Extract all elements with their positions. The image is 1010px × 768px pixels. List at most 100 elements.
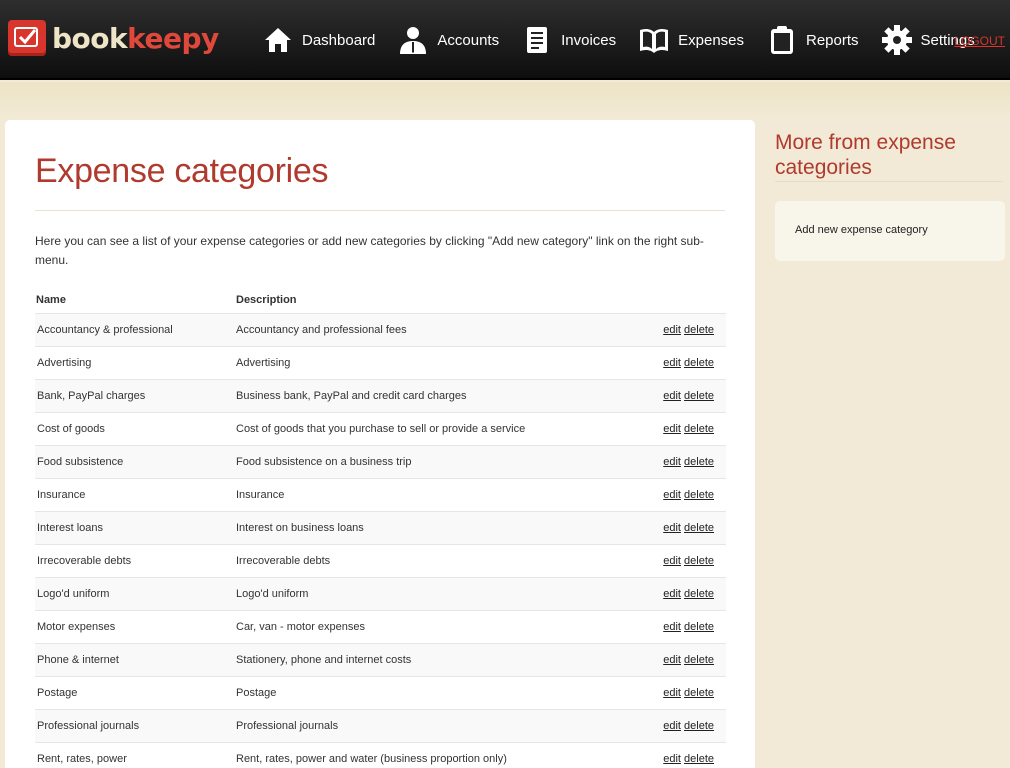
table-row: Food subsistence Food subsistence on a bu… [35, 445, 726, 478]
delete-link[interactable]: delete [684, 456, 714, 468]
edit-link[interactable]: edit [663, 687, 681, 699]
edit-link[interactable]: edit [663, 720, 681, 732]
house-icon [262, 24, 294, 56]
logout-link[interactable]: LOGOUT [954, 34, 1005, 48]
header-stripe [0, 82, 1010, 120]
nav-invoices-label: Invoices [561, 31, 617, 49]
gear-icon [881, 24, 913, 56]
delete-link[interactable]: delete [684, 588, 714, 600]
add-expense-category-link[interactable]: Add new expense category [795, 224, 928, 236]
nav-accounts[interactable]: Accounts [397, 24, 499, 56]
category-description: Advertising [236, 357, 291, 369]
row-actions: edit delete [636, 522, 726, 534]
table-body: Accountancy & professional Accountancy an… [35, 313, 726, 768]
category-name: Accountancy & professional [37, 324, 173, 336]
edit-link[interactable]: edit [663, 357, 681, 369]
row-actions: edit delete [636, 423, 726, 435]
nav-expenses-label: Expenses [678, 31, 744, 49]
edit-link[interactable]: edit [663, 654, 681, 666]
table-row: Phone & internet Stationery, phone and in… [35, 643, 726, 676]
nav-accounts-label: Accounts [437, 31, 500, 49]
edit-link[interactable]: edit [663, 324, 681, 336]
table-row: Logo'd uniform Logo'd uniform edit delete [35, 577, 726, 610]
edit-link[interactable]: edit [663, 522, 681, 534]
category-name: Logo'd uniform [37, 588, 110, 600]
delete-link[interactable]: delete [684, 390, 714, 402]
edit-link[interactable]: edit [663, 555, 681, 567]
delete-link[interactable]: delete [684, 555, 714, 567]
category-name: Insurance [37, 489, 86, 501]
delete-link[interactable]: delete [684, 753, 714, 765]
row-actions: edit delete [636, 588, 726, 600]
category-description: Interest on business loans [236, 522, 364, 534]
delete-link[interactable]: delete [684, 324, 714, 336]
edit-link[interactable]: edit [663, 588, 681, 600]
row-actions: edit delete [636, 489, 726, 501]
category-name: Food subsistence [37, 456, 124, 468]
category-name: Motor expenses [37, 621, 116, 633]
delete-link[interactable]: delete [684, 687, 714, 699]
category-name: Interest loans [37, 522, 104, 534]
table-row: Postage Postage edit delete [35, 676, 726, 709]
logo-text: bookkeepy [52, 21, 219, 55]
category-description: Food subsistence on a business trip [236, 456, 412, 468]
category-name: Postage [37, 687, 78, 699]
row-actions: edit delete [636, 357, 726, 369]
page-title: Expense categories [35, 152, 329, 190]
delete-link[interactable]: delete [684, 357, 714, 369]
clipboard-icon [766, 24, 798, 56]
header-description: Description [236, 293, 297, 306]
delete-link[interactable]: delete [684, 621, 714, 633]
main-content: Expense categories Here you can see a li… [5, 120, 755, 768]
category-name: Irrecoverable debts [37, 555, 132, 567]
row-actions: edit delete [636, 687, 726, 699]
edit-link[interactable]: edit [663, 621, 681, 633]
table-row: Cost of goods Cost of goods that you purc… [35, 412, 726, 445]
nav-reports[interactable]: Reports [766, 24, 859, 56]
table-header: Name Description [35, 286, 726, 313]
delete-link[interactable]: delete [684, 489, 714, 501]
edit-link[interactable]: edit [663, 753, 681, 765]
edit-link[interactable]: edit [663, 456, 681, 468]
category-description: Car, van - motor expenses [236, 621, 366, 633]
category-name: Bank, PayPal charges [37, 390, 146, 402]
intro-text: Here you can see a list of your expense … [35, 234, 704, 267]
table-row: Irrecoverable debts Irrecoverable debts ed… [35, 544, 726, 577]
header-name: Name [36, 293, 66, 306]
category-description: Logo'd uniform [236, 588, 309, 600]
nav-dashboard[interactable]: Dashboard [262, 24, 375, 56]
category-name: Phone & internet [37, 654, 119, 666]
row-actions: edit delete [636, 456, 726, 468]
category-description: Business bank, PayPal and credit card ch… [236, 390, 467, 402]
category-description: Accountancy and professional fees [236, 324, 407, 336]
category-description: Insurance [236, 489, 285, 501]
title-divider [35, 210, 725, 211]
table-row: Rent, rates, power Rent, rates, power and… [35, 742, 726, 768]
sidebar-title: More from expense categories [775, 131, 956, 179]
row-actions: edit delete [636, 654, 726, 666]
edit-link[interactable]: edit [663, 390, 681, 402]
nav-invoices[interactable]: Invoices [521, 24, 616, 56]
document-icon [521, 24, 553, 56]
edit-link[interactable]: edit [663, 423, 681, 435]
category-name: Rent, rates, power [37, 753, 127, 765]
bookkeepy-logo[interactable]: bookkeepy [8, 18, 219, 58]
delete-link[interactable]: delete [684, 423, 714, 435]
category-description: Stationery, phone and internet costs [236, 654, 412, 666]
table-row: Motor expenses Car, van - motor expenses e… [35, 610, 726, 643]
category-name: Cost of goods [37, 423, 105, 435]
nav-expenses[interactable]: Expenses [638, 24, 744, 56]
edit-link[interactable]: edit [663, 489, 681, 501]
delete-link[interactable]: delete [684, 720, 714, 732]
table-row: Insurance Insurance edit delete [35, 478, 726, 511]
delete-link[interactable]: delete [684, 522, 714, 534]
expense-categories-table: Name Description Accountancy & professio… [35, 286, 726, 768]
table-row: Bank, PayPal charges Business bank, PayPa… [35, 379, 726, 412]
sidebar-divider [775, 181, 1003, 182]
delete-link[interactable]: delete [684, 654, 714, 666]
logo-badge-icon [8, 20, 46, 56]
category-description: Professional journals [236, 720, 339, 732]
category-description: Irrecoverable debts [236, 555, 331, 567]
table-row: Professional journals Professional journa… [35, 709, 726, 742]
table-row: Accountancy & professional Accountancy an… [35, 313, 726, 346]
